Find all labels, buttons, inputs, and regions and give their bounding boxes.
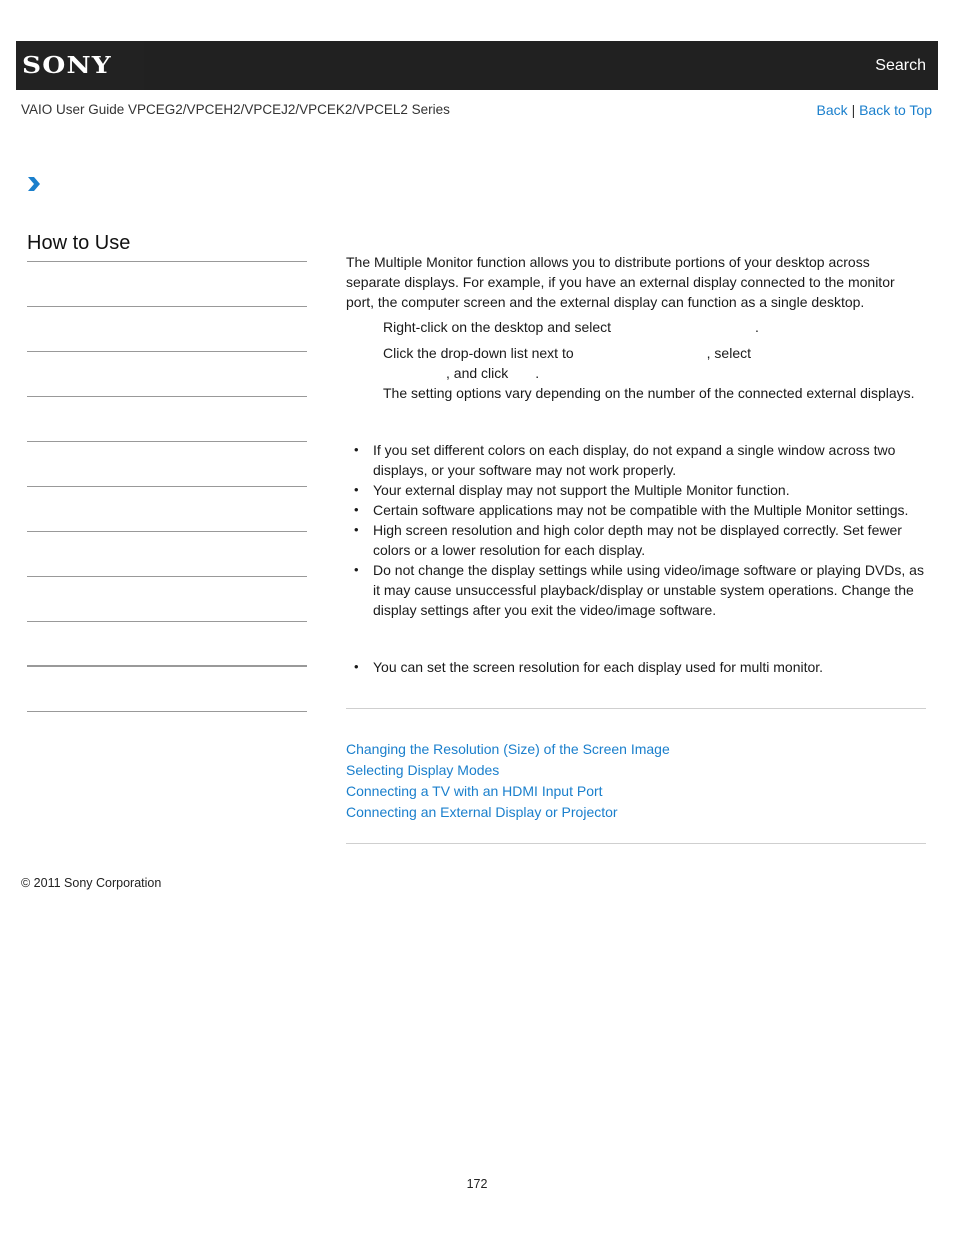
search-link[interactable]: Search bbox=[875, 57, 926, 75]
note-item: If you set different colors on each disp… bbox=[346, 440, 926, 480]
divider bbox=[346, 708, 926, 709]
sidebar-item[interactable] bbox=[27, 442, 307, 487]
sidebar: How to Use bbox=[27, 232, 307, 712]
nav-links: Back | Back to Top bbox=[817, 102, 932, 118]
logo-text: SONY bbox=[22, 52, 112, 79]
sidebar-item[interactable] bbox=[27, 667, 307, 712]
sidebar-item[interactable] bbox=[27, 532, 307, 577]
step-1-end: . bbox=[755, 319, 759, 335]
nav-separator: | bbox=[851, 102, 856, 118]
step-2-note: The setting options vary depending on th… bbox=[383, 385, 915, 401]
intro-paragraph: The Multiple Monitor function allows you… bbox=[346, 254, 895, 310]
guide-title: VAIO User Guide VPCEG2/VPCEH2/VPCEJ2/VPC… bbox=[21, 102, 450, 117]
header-bar: SONY Search bbox=[16, 41, 938, 90]
divider bbox=[346, 843, 926, 844]
back-to-top-link[interactable]: Back to Top bbox=[859, 102, 932, 118]
related-link[interactable]: Connecting a TV with an HDMI Input Port bbox=[346, 781, 926, 802]
note-item: Your external display may not support th… bbox=[346, 480, 926, 500]
note-item: Certain software applications may not be… bbox=[346, 500, 926, 520]
page-number: 172 bbox=[466, 1177, 488, 1191]
step-2-click: , and click bbox=[446, 365, 509, 381]
notes-list: If you set different colors on each disp… bbox=[346, 440, 926, 620]
related-topics: Changing the Resolution (Size) of the Sc… bbox=[346, 739, 926, 823]
sony-logo[interactable]: SONY bbox=[16, 41, 144, 90]
sidebar-item[interactable] bbox=[27, 262, 307, 307]
step-2-select: , select bbox=[706, 345, 751, 361]
related-link[interactable]: Changing the Resolution (Size) of the Sc… bbox=[346, 739, 926, 760]
sidebar-item-selected[interactable] bbox=[27, 622, 307, 667]
sidebar-title: How to Use bbox=[27, 232, 307, 262]
step-1: Right-click on the desktop and select. bbox=[383, 317, 926, 337]
sidebar-item[interactable] bbox=[27, 397, 307, 442]
sidebar-item[interactable] bbox=[27, 577, 307, 622]
main-content: The Multiple Monitor function allows you… bbox=[346, 252, 926, 844]
related-link[interactable]: Connecting an External Display or Projec… bbox=[346, 802, 926, 823]
step-1-text: Right-click on the desktop and select bbox=[383, 319, 612, 335]
back-link[interactable]: Back bbox=[817, 102, 848, 118]
hints-list: You can set the screen resolution for ea… bbox=[346, 657, 926, 677]
sidebar-item[interactable] bbox=[27, 307, 307, 352]
step-2-text: Click the drop-down list next to bbox=[383, 345, 574, 361]
related-link[interactable]: Selecting Display Modes bbox=[346, 760, 926, 781]
note-item: Do not change the display settings while… bbox=[346, 560, 926, 620]
chevron-right-icon[interactable] bbox=[27, 176, 41, 192]
sidebar-item[interactable] bbox=[27, 487, 307, 532]
hint-item: You can set the screen resolution for ea… bbox=[346, 657, 926, 677]
step-2-end: . bbox=[535, 365, 540, 381]
sidebar-item[interactable] bbox=[27, 352, 307, 397]
note-item: High screen resolution and high color de… bbox=[346, 520, 926, 560]
copyright: © 2011 Sony Corporation bbox=[21, 876, 162, 890]
step-2: Click the drop-down list next to , select… bbox=[383, 343, 926, 403]
